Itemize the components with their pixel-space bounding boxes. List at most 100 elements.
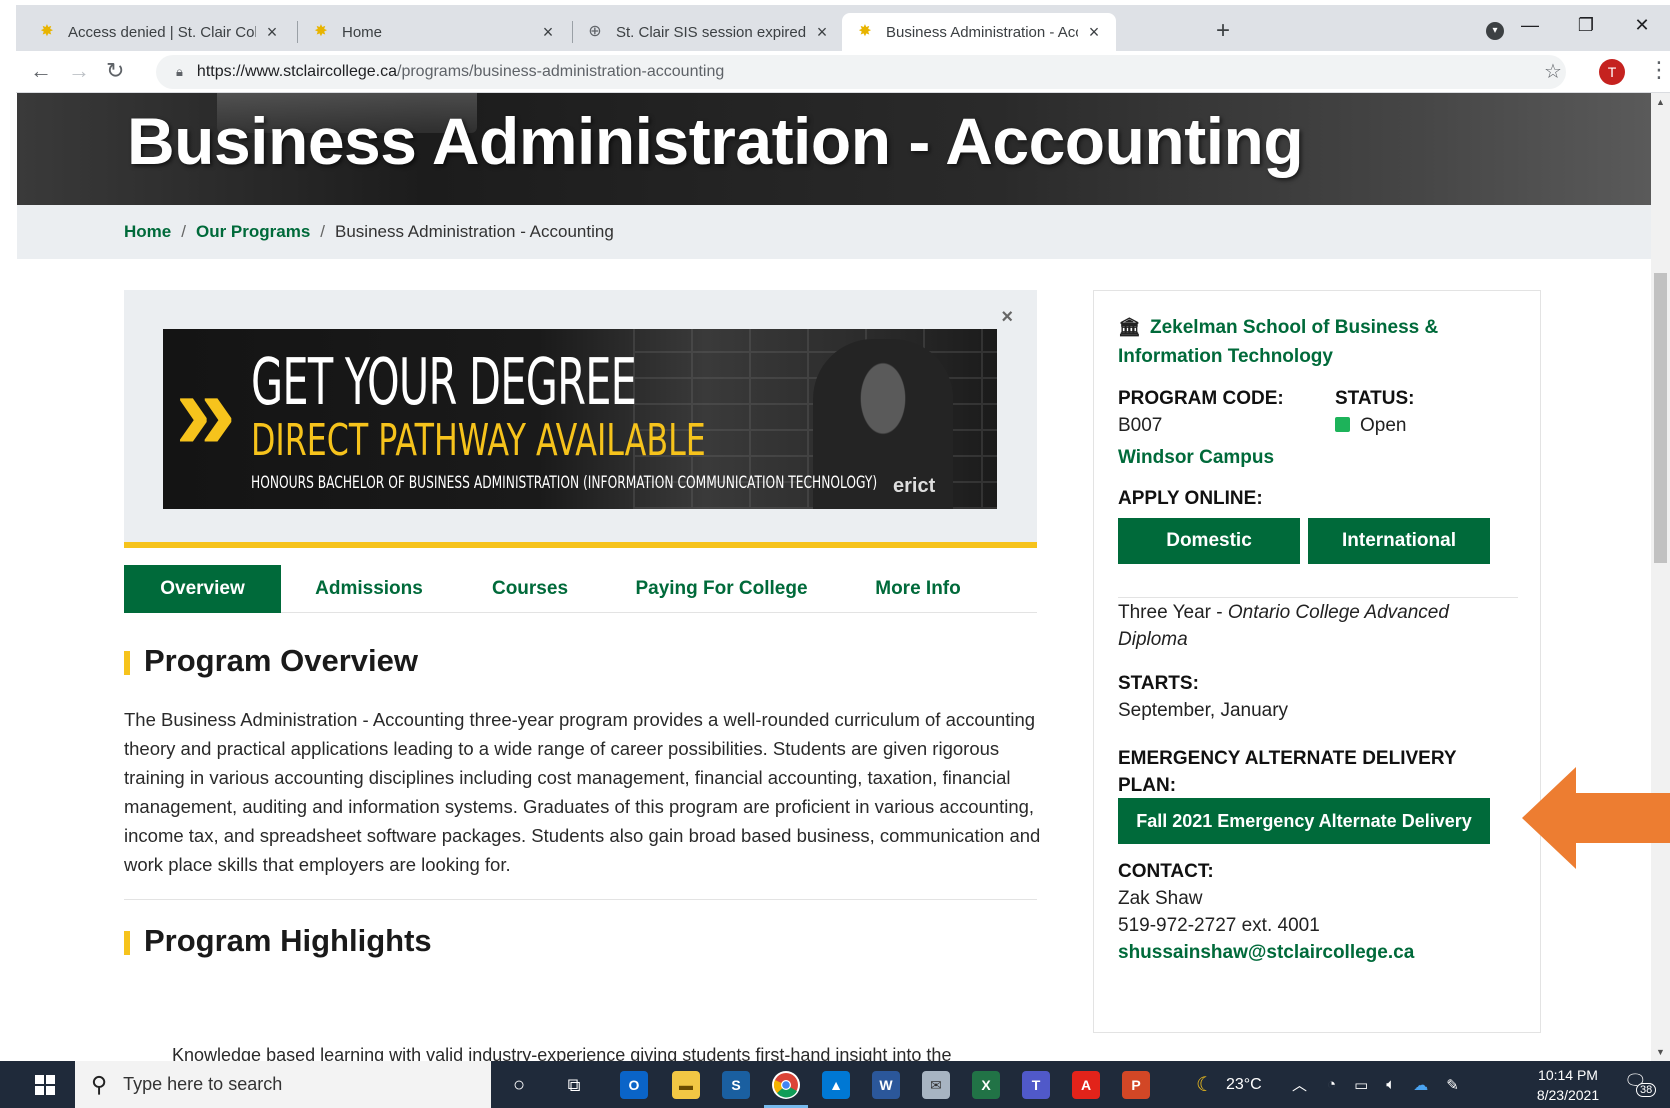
apply-domestic-button[interactable]: Domestic <box>1118 518 1300 564</box>
program-overview-text: The Business Administration - Accounting… <box>124 709 1041 875</box>
credential-text: Three Year - Ontario College Advanced Di… <box>1118 599 1498 653</box>
clock-time: 10:14 PM <box>1538 1067 1598 1083</box>
school-link[interactable]: 🏛︎ Zekelman School of Business & Informat… <box>1118 313 1518 371</box>
url-host: https://www.stclaircollege.ca <box>196 63 397 80</box>
cortana-icon[interactable]: ○ <box>505 1071 533 1099</box>
browser-tab-active[interactable]: ✸ Business Administration - Accour × <box>842 13 1116 51</box>
acrobat-icon[interactable]: A <box>1072 1071 1100 1099</box>
restore-icon[interactable]: ❐ <box>1558 15 1614 36</box>
windows-taskbar: ⚲ Type here to search ○ ⧉ O ▬ S ▲ W ✉ X … <box>0 1061 1670 1108</box>
status-label: STATUS: <box>1335 388 1415 409</box>
emergency-delivery-button[interactable]: Fall 2021 Emergency Alternate Delivery <box>1118 798 1490 844</box>
lock-icon[interactable]: 🔒︎ <box>176 64 183 80</box>
menu-icon[interactable]: ⋮ <box>1648 57 1670 83</box>
promo-banner: × » GET YOUR DEGREE DIRECT PATHWAY AVAIL… <box>124 290 1037 548</box>
tab-courses[interactable]: Courses <box>472 565 588 613</box>
outlook-icon[interactable]: O <box>620 1071 648 1099</box>
photos-icon[interactable]: ▲ <box>822 1071 850 1099</box>
weather-temp: 23°C <box>1225 1075 1262 1093</box>
close-icon[interactable]: × <box>1001 306 1013 329</box>
battery-icon[interactable]: ▭ <box>1354 1076 1368 1094</box>
browser-tab[interactable]: ✸ Access denied | St. Clair College × <box>24 13 294 51</box>
program-highlights-heading: Program Highlights <box>124 923 432 959</box>
program-tabs: Overview Admissions Courses Paying For C… <box>124 565 1037 613</box>
close-icon[interactable]: × <box>814 22 830 43</box>
sis-app-icon[interactable]: S <box>722 1071 750 1099</box>
excel-icon[interactable]: X <box>972 1071 1000 1099</box>
breadcrumb-separator: / <box>320 222 326 241</box>
window-controls: — ❐ ✕ <box>1502 5 1670 45</box>
annotation-arrow-icon <box>1522 767 1670 869</box>
star-icon: ✸ <box>314 23 328 40</box>
forward-icon[interactable]: → <box>68 59 90 83</box>
credential-duration: Three Year - <box>1118 602 1228 623</box>
tab-overview[interactable]: Overview <box>124 565 281 613</box>
close-icon[interactable]: × <box>1086 22 1102 43</box>
scroll-down-icon[interactable]: ▼ <box>1656 1047 1665 1057</box>
notification-center-icon[interactable]: 🗨︎ 38 <box>1624 1071 1657 1099</box>
moon-weather-icon: ☾ <box>1196 1074 1214 1096</box>
promo-headline: GET YOUR DEGREE <box>251 346 637 420</box>
promo-subheadline: DIRECT PATHWAY AVAILABLE <box>251 415 706 466</box>
browser-tab[interactable]: ✸ Home × <box>298 13 570 51</box>
close-icon[interactable]: × <box>264 22 280 43</box>
tab-more-info[interactable]: More Info <box>862 565 974 613</box>
word-icon[interactable]: W <box>872 1071 900 1099</box>
wifi-icon[interactable]: ◔ <box>1327 1076 1336 1093</box>
browser-tab[interactable]: ⊕ St. Clair SIS session expired × <box>572 13 844 51</box>
chrome-icon[interactable] <box>772 1071 800 1099</box>
volume-icon[interactable]: 🔈︎ <box>1386 1076 1395 1093</box>
breadcrumb-programs[interactable]: Our Programs <box>196 222 310 242</box>
browser-tab-strip: ✸ Access denied | St. Clair College × ✸ … <box>16 5 1670 51</box>
taskbar-search-input[interactable]: ⚲ Type here to search <box>75 1061 491 1108</box>
reload-icon[interactable]: ↻ <box>106 59 124 83</box>
tab-admissions[interactable]: Admissions <box>299 565 439 613</box>
divider <box>124 899 1037 900</box>
contact-phone: 519-972-2727 ext. 4001 <box>1118 915 1320 936</box>
address-bar[interactable]: 🔒︎ https://www.stclaircollege.ca/program… <box>156 55 1566 89</box>
promo-image[interactable]: » GET YOUR DEGREE DIRECT PATHWAY AVAILAB… <box>163 329 997 509</box>
apply-online-label: APPLY ONLINE: <box>1118 488 1263 509</box>
close-icon[interactable]: × <box>540 22 556 43</box>
task-view-icon[interactable]: ⧉ <box>560 1071 588 1099</box>
search-placeholder: Type here to search <box>123 1074 283 1094</box>
windows-start-icon[interactable] <box>16 1061 74 1108</box>
back-icon[interactable]: ← <box>30 59 52 83</box>
page-title: Business Administration - Accounting <box>127 104 1304 178</box>
eadp-label: EMERGENCY ALTERNATE DELIVERY PLAN: <box>1118 748 1457 796</box>
browser-tab-title: Access denied | St. Clair College <box>68 23 256 41</box>
chevron-right-icon: » <box>175 350 237 473</box>
breadcrumb: Home / Our Programs / Business Administr… <box>17 205 1651 259</box>
taskbar-clock[interactable]: 10:14 PM 8/23/2021 <box>1520 1065 1616 1105</box>
scrollbar-thumb[interactable] <box>1654 273 1667 563</box>
new-tab-icon[interactable]: + <box>1216 19 1230 43</box>
bookmark-star-icon[interactable]: ☆ <box>1544 59 1562 84</box>
program-code: B007 <box>1118 415 1163 436</box>
clock-date: 8/23/2021 <box>1536 1087 1600 1103</box>
pen-icon[interactable]: ✎ <box>1446 1076 1459 1094</box>
scroll-up-icon[interactable]: ▲ <box>1656 97 1665 107</box>
page-scrollbar[interactable]: ▲ ▼ <box>1651 93 1670 1061</box>
teams-icon[interactable]: T <box>1022 1071 1050 1099</box>
contact-name: Zak Shaw <box>1118 888 1203 909</box>
powerpoint-icon[interactable]: P <box>1122 1071 1150 1099</box>
campus-link[interactable]: Windsor Campus <box>1118 447 1274 469</box>
file-explorer-icon[interactable]: ▬ <box>672 1071 700 1099</box>
breadcrumb-separator: / <box>181 222 186 241</box>
profile-avatar[interactable]: T <box>1599 59 1625 85</box>
apply-international-button[interactable]: International <box>1308 518 1490 564</box>
school-name: Zekelman School of Business & Informatio… <box>1118 317 1439 367</box>
starts-label: STARTS: <box>1118 673 1199 694</box>
onedrive-icon[interactable]: ☁ <box>1413 1076 1428 1094</box>
tab-paying-for-college[interactable]: Paying For College <box>629 565 814 613</box>
contact-email-link[interactable]: shussainshaw@stclaircollege.ca <box>1118 942 1414 964</box>
weather-widget[interactable]: ☾ 23°C <box>1196 1061 1262 1108</box>
mail-icon[interactable]: ✉ <box>922 1071 950 1099</box>
status-indicator-icon <box>1335 417 1350 432</box>
promo-caption: HONOURS BACHELOR OF BUSINESS ADMINISTRAT… <box>251 473 878 493</box>
window-close-icon[interactable]: ✕ <box>1614 15 1670 36</box>
breadcrumb-home[interactable]: Home <box>124 222 171 242</box>
status-text: Open <box>1360 415 1407 436</box>
minimize-icon[interactable]: — <box>1502 15 1558 36</box>
chevron-up-icon[interactable]: ︿ <box>1292 1074 1307 1095</box>
